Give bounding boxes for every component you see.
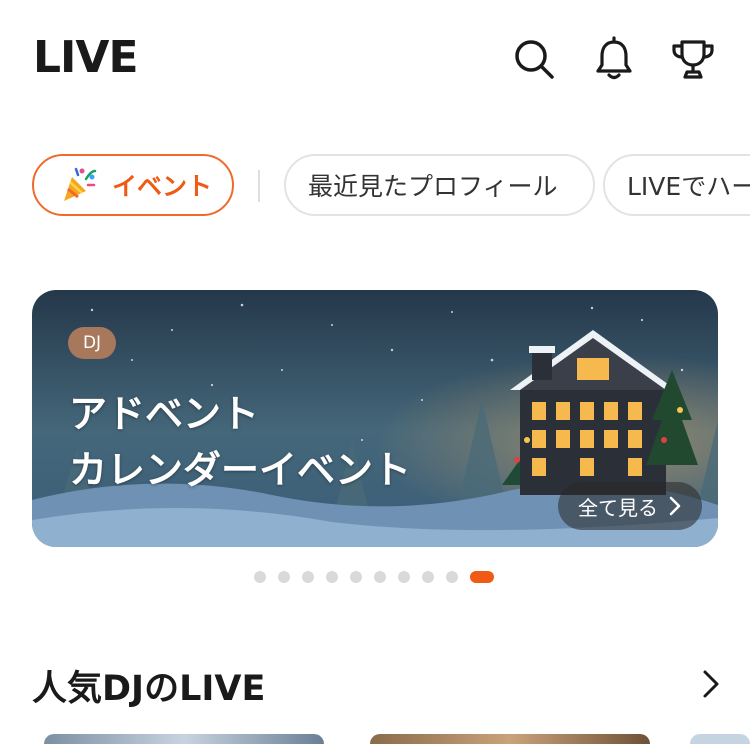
see-all-label: 全て見る [578,495,658,520]
carousel-dot[interactable] [254,571,266,583]
carousel-dot[interactable] [350,571,362,583]
chip-recent-profiles[interactable]: 最近見たプロフィール [284,154,595,216]
carousel-pagination [254,571,494,583]
live-thumbnail[interactable] [690,734,750,744]
chevron-right-icon[interactable] [698,667,724,701]
app-header: LIVE [0,0,750,120]
party-popper-icon [64,167,97,201]
event-banner[interactable]: DJ アドベント カレンダーイベント 全て見る [32,290,718,547]
trophy-icon [672,40,714,79]
section-title: 人気DJのLIVE [32,669,266,709]
live-thumbnail[interactable] [44,734,324,744]
carousel-dot[interactable] [374,571,386,583]
bell-icon [596,36,632,80]
carousel-dot[interactable] [302,571,314,583]
chip-event[interactable]: イベント [32,154,234,216]
chip-recent-label: 最近見たプロフィール [308,172,558,201]
carousel-dot[interactable] [278,571,290,583]
ranking-button[interactable] [670,36,716,82]
banner-title: アドベント カレンダーイベント [69,392,412,492]
carousel-dot[interactable] [398,571,410,583]
live-thumbnail[interactable] [370,734,650,744]
chip-event-label: イベント [112,172,213,201]
see-all-button[interactable]: 全て見る [558,482,702,530]
chevron-right-icon [669,496,681,516]
carousel-dot[interactable] [326,571,338,583]
category-badge: DJ [68,327,116,359]
notification-button[interactable] [591,36,637,82]
chip-live-label: LIVEでハート [627,172,750,201]
carousel-dot-active[interactable] [470,571,494,583]
search-icon [515,40,554,79]
carousel-dot[interactable] [446,571,458,583]
chip-divider [258,170,260,202]
search-button[interactable] [511,36,557,82]
filter-chip-bar: イベント 最近見たプロフィール LIVEでハート [0,152,750,220]
chip-live-hearts[interactable]: LIVEでハート [603,154,750,216]
carousel-dot[interactable] [422,571,434,583]
page-title: LIVE [33,32,139,83]
